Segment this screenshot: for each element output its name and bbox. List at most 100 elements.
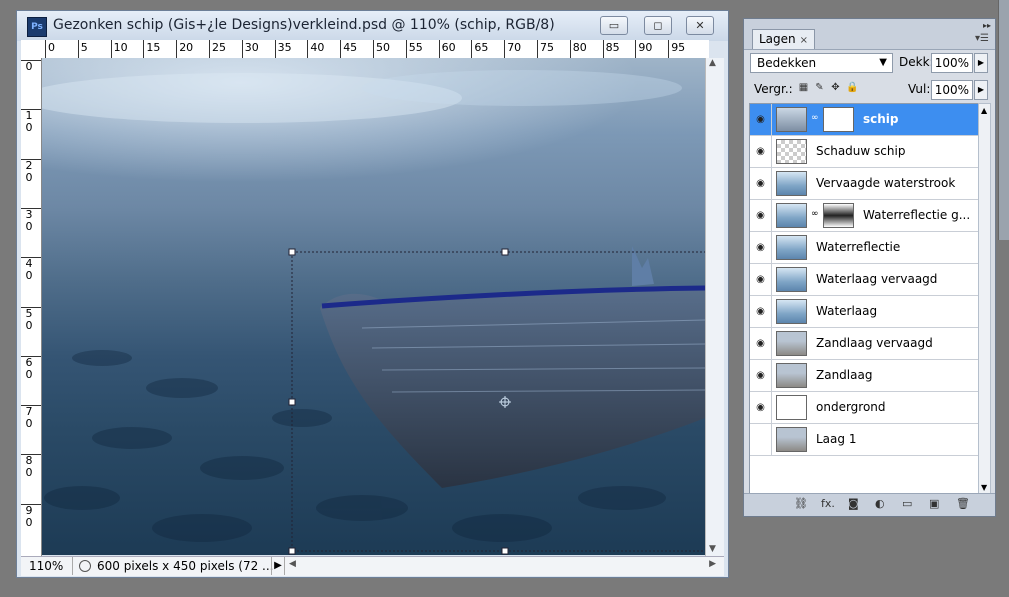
layer-name: Schaduw schip [816, 144, 906, 158]
layer-name: Vervaagde waterstrook [816, 176, 956, 190]
mask-icon[interactable]: ◙ [848, 497, 859, 510]
horizontal-scrollbar[interactable]: ◀ ▶ [287, 557, 724, 575]
layer-row[interactable]: ◉ Zandlaag [750, 360, 979, 392]
lock-position-icon[interactable]: ✥ [830, 82, 841, 93]
minimize-button[interactable]: ▭ [600, 16, 628, 35]
opacity-label: Dekk: [899, 55, 934, 69]
ruler-tick-label: 5 [80, 41, 88, 54]
layer-row[interactable]: ◉ Vervaagde waterstrook [750, 168, 979, 200]
ruler-tick: 55 [405, 40, 423, 58]
ruler-tick: 95 [668, 40, 685, 58]
visibility-eye-icon[interactable]: ◉ [750, 360, 772, 391]
layer-thumbnail[interactable] [776, 235, 807, 260]
layer-thumbnail[interactable] [776, 427, 807, 452]
mask-link-icon[interactable]: ∞ [811, 209, 819, 219]
layer-row[interactable]: ◉ Schaduw schip [750, 136, 979, 168]
layer-row[interactable]: ◉ Waterreflectie [750, 232, 979, 264]
lock-all-icon[interactable]: 🔒 [846, 82, 858, 93]
layer-row[interactable]: ◉ ondergrond [750, 392, 979, 424]
layer-thumbnail[interactable] [776, 107, 807, 132]
close-button[interactable]: ✕ [686, 16, 714, 35]
transform-handle[interactable] [288, 547, 296, 555]
layer-thumbnail[interactable] [776, 267, 807, 292]
scroll-right-icon[interactable]: ▶ [709, 559, 716, 569]
layer-thumbnail[interactable] [776, 171, 807, 196]
ruler-tick-label: 6 [25, 355, 33, 369]
group-icon[interactable]: ▭ [902, 497, 912, 510]
layer-mask-thumbnail[interactable] [823, 203, 854, 228]
fx-icon[interactable]: fx. [821, 497, 835, 510]
visibility-eye-icon[interactable]: ◉ [750, 104, 772, 135]
artwork [42, 70, 705, 555]
scroll-left-icon[interactable]: ◀ [289, 559, 296, 569]
opacity-slider-arrow-icon[interactable]: ▶ [974, 53, 988, 73]
layer-row[interactable]: ◉ Zandlaag vervaagd [750, 328, 979, 360]
link-icon[interactable]: ⛓ [794, 497, 808, 510]
status-menu-arrow-icon[interactable]: ▶ [271, 557, 285, 575]
visibility-eye-icon[interactable]: ◉ [750, 168, 772, 199]
fill-slider-arrow-icon[interactable]: ▶ [974, 80, 988, 100]
ruler-origin[interactable] [21, 40, 42, 59]
layer-thumbnail[interactable] [776, 299, 807, 324]
visibility-eye-icon[interactable]: ◉ [750, 200, 772, 231]
panel-menu-icon[interactable]: ▾☰ [975, 33, 989, 44]
trash-icon[interactable]: 🗑 [956, 497, 970, 510]
layer-thumbnail[interactable] [776, 331, 807, 356]
ruler-tick: 60 [21, 355, 41, 383]
zoom-field[interactable]: 110% [21, 557, 73, 575]
document-info: 600 pixels x 450 pixels (72 ... [97, 559, 274, 573]
lock-transparency-icon[interactable]: ▦ [798, 82, 809, 93]
scroll-down-icon[interactable]: ▼ [981, 483, 987, 492]
ruler-tick: 0 [21, 60, 41, 87]
ship [320, 246, 705, 488]
transform-handle[interactable] [501, 547, 509, 555]
layer-mask-thumbnail[interactable] [823, 107, 854, 132]
layer-row[interactable]: ◉ ∞ Waterreflectie g... [750, 200, 979, 232]
ruler-tick-label: 85 [605, 41, 620, 54]
layer-row[interactable]: ◉ ∞ schip [750, 104, 979, 136]
close-tab-icon[interactable]: × [800, 35, 808, 46]
vertical-scrollbar[interactable]: ▲ ▼ [705, 58, 724, 556]
ruler-tick: 75 [537, 40, 554, 58]
status-info-icon[interactable] [79, 560, 91, 572]
mask-link-icon[interactable]: ∞ [811, 113, 819, 123]
ruler-tick-label: 0 [25, 269, 33, 283]
layer-thumbnail[interactable] [776, 363, 807, 388]
transform-handle[interactable] [501, 248, 509, 256]
scroll-up-icon[interactable]: ▲ [981, 106, 987, 115]
visibility-eye-icon[interactable]: ◉ [750, 328, 772, 359]
scroll-down-icon[interactable]: ▼ [709, 544, 716, 554]
visibility-eye-icon[interactable]: ◉ [750, 392, 772, 423]
visibility-eye-icon[interactable]: ◉ [750, 232, 772, 263]
layer-thumbnail[interactable] [776, 139, 807, 164]
transform-handle[interactable] [288, 398, 296, 406]
layer-list-scrollbar[interactable]: ▲ ▼ [978, 103, 991, 495]
tab-layers[interactable]: Lagen × [752, 29, 816, 49]
horizontal-ruler[interactable]: 0 5 10 15 20 25 30 35 40 45 50 55 60 65 70 75 80 85 90 95 [41, 40, 709, 59]
image-canvas[interactable] [42, 58, 705, 555]
layer-row[interactable]: ◉ Waterlaag [750, 296, 979, 328]
layer-row[interactable]: ◉ Laag 1 [750, 424, 979, 456]
adjustment-icon[interactable]: ◐ [875, 497, 885, 510]
layer-thumbnail[interactable] [776, 203, 807, 228]
visibility-eye-icon[interactable]: ◉ [750, 264, 772, 295]
vertical-ruler[interactable]: 0102030405060708090 [21, 58, 42, 556]
maximize-button[interactable]: ◻ [644, 16, 672, 35]
scroll-up-icon[interactable]: ▲ [709, 58, 716, 68]
lock-pixels-icon[interactable]: ✎ [814, 82, 825, 93]
fill-field[interactable]: 100% [931, 80, 973, 100]
visibility-eye-icon[interactable]: ◉ [750, 424, 772, 455]
new-layer-icon[interactable]: ▣ [929, 497, 939, 510]
collapsed-panel-dock[interactable] [998, 0, 1009, 240]
layer-thumbnail[interactable] [776, 395, 807, 420]
layer-row[interactable]: ◉ Waterlaag vervaagd [750, 264, 979, 296]
collapse-panel-icon[interactable]: ▸▸ [983, 21, 991, 30]
transform-handle[interactable] [288, 248, 296, 256]
opacity-field[interactable]: 100% [931, 53, 973, 73]
ruler-tick: 70 [504, 40, 521, 58]
blend-mode-select[interactable]: Bedekken ▼ [750, 53, 893, 73]
document-titlebar[interactable]: Ps Gezonken schip (Gis+¿le Designs)verkl… [17, 11, 728, 41]
visibility-eye-icon[interactable]: ◉ [750, 136, 772, 167]
visibility-eye-icon[interactable]: ◉ [750, 296, 772, 327]
ruler-tick-label: 0 [25, 417, 33, 431]
